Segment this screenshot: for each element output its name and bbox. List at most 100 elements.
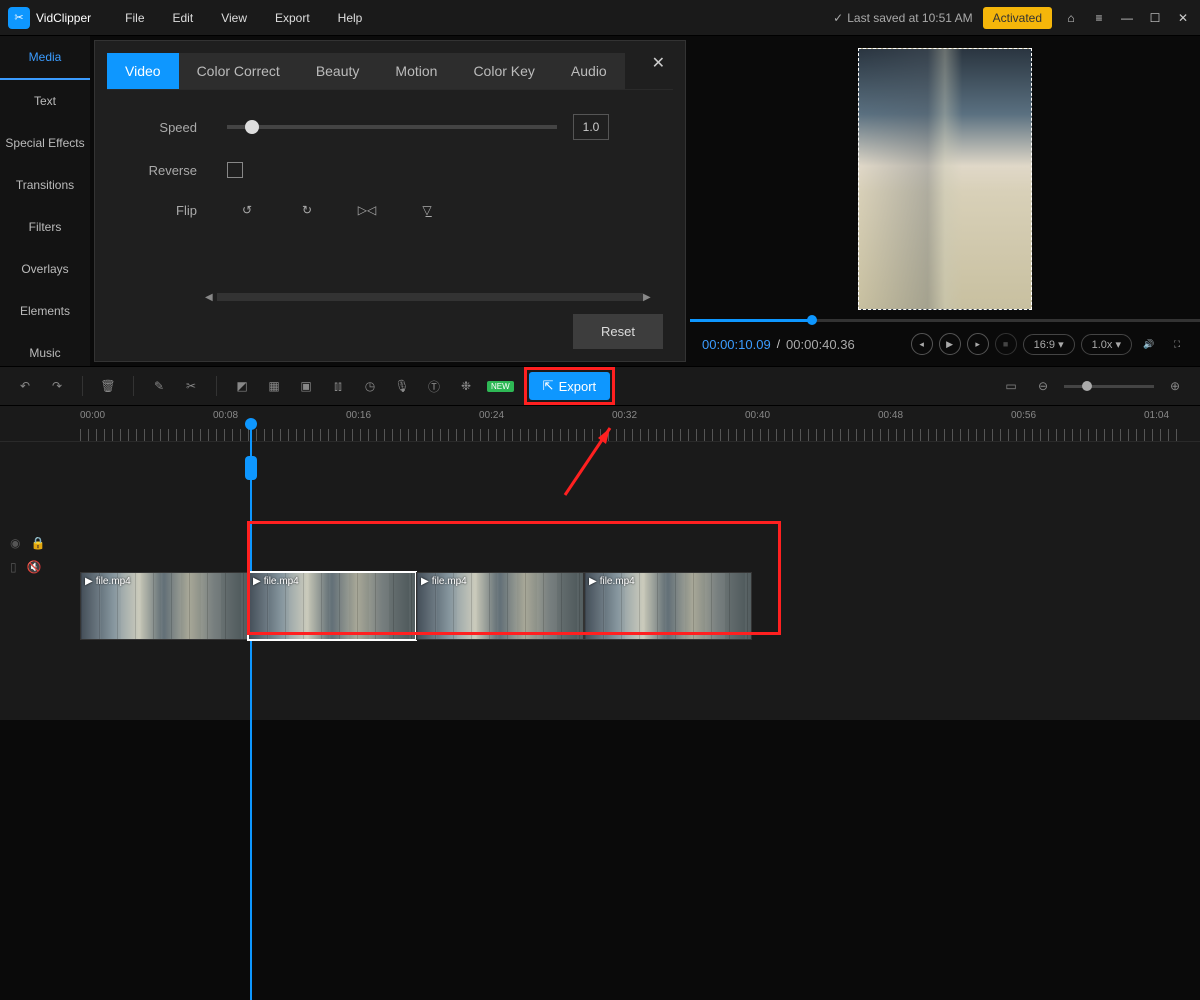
preview-frame[interactable] — [858, 48, 1032, 310]
clip-2[interactable]: ▶file.mp4 — [248, 572, 416, 640]
sidebar-transitions[interactable]: Transitions — [0, 164, 90, 206]
sidebar-overlays[interactable]: Overlays — [0, 248, 90, 290]
volume-icon[interactable]: 🔊 — [1138, 333, 1160, 355]
ruler-mark: 00:08 — [213, 410, 238, 421]
panel-scrollbar[interactable]: ◀ ▶ — [205, 291, 655, 303]
ruler-mark: 00:16 — [346, 410, 371, 421]
scroll-left-arrow-icon[interactable]: ◀ — [205, 292, 217, 303]
menu-export[interactable]: Export — [261, 11, 324, 25]
clip-filename: file.mp4 — [264, 576, 299, 587]
mosaic-icon[interactable]: ▦ — [263, 375, 285, 397]
sidebar-media[interactable]: Media — [0, 36, 90, 80]
export-label: Export — [559, 379, 597, 394]
zoom-out-icon[interactable]: ⊖ — [1032, 375, 1054, 397]
rotate-ccw-icon[interactable]: ↺ — [237, 200, 257, 220]
menu-edit[interactable]: Edit — [159, 11, 208, 25]
time-total: 00:00:40.36 — [786, 337, 855, 352]
time-ruler[interactable]: 00:00 00:08 00:16 00:24 00:32 00:40 00:4… — [0, 406, 1200, 442]
tab-beauty[interactable]: Beauty — [298, 53, 378, 89]
export-icon: ⇱ — [543, 378, 554, 394]
save-status: ✓ Last saved at 10:51 AM — [833, 11, 972, 25]
menu-view[interactable]: View — [207, 11, 261, 25]
ruler-mark: 00:24 — [479, 410, 504, 421]
tab-motion[interactable]: Motion — [377, 53, 455, 89]
aspect-ratio[interactable]: 16:9 ▾ — [1023, 334, 1075, 355]
timeline-toolbar: ↶ ↷ 🗑 ✎ ✂ ◩ ▦ ▣ ⫾⫾ ◷ 🎙 Ⓣ ❉ NEW ⇱ Export … — [0, 366, 1200, 406]
pip-icon[interactable]: ▣ — [295, 375, 317, 397]
sidebar-elements[interactable]: Elements — [0, 290, 90, 332]
hamburger-icon[interactable]: ≡ — [1090, 9, 1108, 27]
sidebar-filters[interactable]: Filters — [0, 206, 90, 248]
reverse-checkbox[interactable] — [227, 162, 243, 178]
time-separator: / — [777, 337, 780, 351]
effects-icon[interactable]: ❉ — [455, 375, 477, 397]
ruler-mark: 01:04 — [1144, 410, 1169, 421]
flip-label: Flip — [107, 203, 227, 218]
clip-filename: file.mp4 — [600, 576, 635, 587]
tab-video[interactable]: Video — [107, 53, 179, 89]
edit-clip-icon[interactable]: ✎ — [148, 375, 170, 397]
duration-icon[interactable]: ◷ — [359, 375, 381, 397]
clip-3[interactable]: ▶file.mp4 — [416, 572, 584, 640]
stats-icon[interactable]: ⫾⫾ — [327, 375, 349, 397]
reset-button[interactable]: Reset — [573, 314, 663, 349]
sidebar-text[interactable]: Text — [0, 80, 90, 122]
rotate-cw-icon[interactable]: ↻ — [297, 200, 317, 220]
tab-color-correct[interactable]: Color Correct — [179, 53, 298, 89]
export-highlight-annotation: ⇱ Export — [524, 367, 615, 405]
playback-speed[interactable]: 1.0x ▾ — [1081, 334, 1132, 355]
split-icon[interactable]: ✂ — [180, 375, 202, 397]
video-track[interactable]: ▶file.mp4 ▶file.mp4 ▶file.mp4 ▶file.mp4 — [80, 572, 1200, 642]
close-panel-icon[interactable]: ✕ — [652, 53, 665, 73]
next-frame-icon[interactable]: ▸ — [967, 333, 989, 355]
maximize-icon[interactable]: ☐ — [1146, 9, 1164, 27]
play-icon[interactable]: ▶ — [939, 333, 961, 355]
ruler-mark: 00:40 — [745, 410, 770, 421]
prev-frame-icon[interactable]: ◂ — [911, 333, 933, 355]
redo-icon[interactable]: ↷ — [46, 375, 68, 397]
sidebar-music[interactable]: Music — [0, 332, 90, 374]
app-logo-icon: ✂ — [8, 7, 30, 29]
crop-icon[interactable]: ◩ — [231, 375, 253, 397]
scroll-right-arrow-icon[interactable]: ▶ — [643, 292, 655, 303]
home-icon[interactable]: ⌂ — [1062, 9, 1080, 27]
ruler-mark: 00:48 — [878, 410, 903, 421]
fullscreen-icon[interactable]: ⛶ — [1166, 333, 1188, 355]
export-button[interactable]: ⇱ Export — [529, 372, 610, 400]
zoom-in-icon[interactable]: ⊕ — [1164, 375, 1186, 397]
speed-label: Speed — [107, 120, 227, 135]
flip-horizontal-icon[interactable]: ▷◁ — [357, 200, 377, 220]
stop-icon[interactable]: ■ — [995, 333, 1017, 355]
voiceover-icon[interactable]: 🎙 — [391, 375, 413, 397]
preview-progress[interactable] — [690, 319, 1200, 322]
ruler-mark: 00:56 — [1011, 410, 1036, 421]
clip-4[interactable]: ▶file.mp4 — [584, 572, 752, 640]
tab-audio[interactable]: Audio — [553, 53, 625, 89]
tab-color-key[interactable]: Color Key — [455, 53, 552, 89]
speed-slider[interactable] — [227, 125, 557, 129]
delete-icon[interactable]: 🗑 — [97, 375, 119, 397]
edit-panel: ✕ Video Color Correct Beauty Motion Colo… — [94, 40, 686, 362]
sidebar-special-effects[interactable]: Special Effects — [0, 122, 90, 164]
activated-badge[interactable]: Activated — [983, 7, 1052, 29]
tts-icon[interactable]: Ⓣ — [423, 375, 445, 397]
clip-icon: ▶ — [85, 576, 93, 587]
save-status-text: Last saved at 10:51 AM — [847, 11, 972, 25]
speed-value[interactable]: 1.0 — [573, 114, 609, 140]
preview-viewport[interactable] — [690, 36, 1200, 322]
menu-file[interactable]: File — [111, 11, 158, 25]
new-badge: NEW — [487, 381, 514, 392]
fit-icon[interactable]: ▭ — [1000, 375, 1022, 397]
close-window-icon[interactable]: ✕ — [1174, 9, 1192, 27]
zoom-slider[interactable] — [1064, 385, 1154, 388]
undo-icon[interactable]: ↶ — [14, 375, 36, 397]
check-icon: ✓ — [833, 11, 843, 25]
clip-icon: ▶ — [421, 576, 429, 587]
menu-help[interactable]: Help — [324, 11, 377, 25]
minimize-icon[interactable]: — — [1118, 9, 1136, 27]
clip-icon: ▶ — [589, 576, 597, 587]
menu-bar: ✂ VidClipper File Edit View Export Help … — [0, 0, 1200, 36]
clip-icon: ▶ — [253, 576, 261, 587]
flip-vertical-icon[interactable]: ▽̲ — [417, 200, 437, 220]
clip-1[interactable]: ▶file.mp4 — [80, 572, 248, 640]
